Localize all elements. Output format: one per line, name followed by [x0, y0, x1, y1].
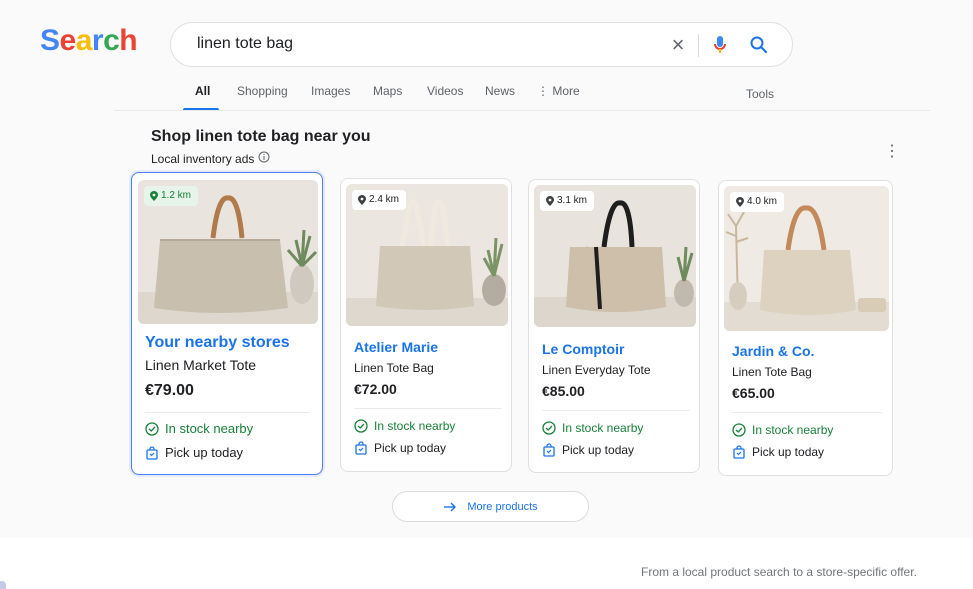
- pickup-status: Pick up today: [732, 445, 824, 459]
- distance-label: 4.0 km: [747, 196, 778, 207]
- tab-videos[interactable]: Videos: [427, 84, 463, 98]
- store-name[interactable]: Your nearby stores: [145, 334, 290, 352]
- stock-status: In stock nearby: [145, 421, 253, 436]
- product-card[interactable]: 2.4 km Atelier Marie Linen Tote Bag €72.…: [340, 178, 512, 472]
- shopping-bag-icon: [733, 445, 745, 459]
- product-card[interactable]: 4.0 km Jardin & Co. Linen Tote Bag €65.0…: [718, 180, 893, 476]
- search-input[interactable]: linen tote bag: [197, 35, 293, 53]
- tab-shopping[interactable]: Shopping: [237, 84, 288, 98]
- location-pin-icon: [546, 196, 554, 206]
- tab-news[interactable]: News: [485, 84, 515, 98]
- product-price: €72.00: [354, 381, 397, 397]
- tab-maps[interactable]: Maps: [373, 84, 402, 98]
- more-options-icon[interactable]: ⋮: [884, 143, 900, 161]
- search-divider: [698, 34, 699, 57]
- product-name: Linen Market Tote: [145, 357, 257, 373]
- tab-all[interactable]: All: [195, 84, 210, 98]
- distance-label: 2.4 km: [369, 194, 400, 205]
- stock-label: In stock nearby: [374, 419, 456, 433]
- logo-letter: e: [59, 24, 77, 57]
- location-pin-icon: [736, 197, 744, 207]
- logo-letter: r: [91, 24, 104, 57]
- more-products-button[interactable]: More products: [392, 491, 589, 522]
- logo-letter: h: [119, 24, 138, 57]
- stock-label: In stock nearby: [562, 421, 644, 435]
- distance-badge: 3.1 km: [540, 191, 595, 211]
- arrow-right-icon: [444, 502, 457, 511]
- figure-caption: From a local product search to a store-s…: [641, 565, 917, 579]
- check-circle-icon: [542, 421, 556, 435]
- tab-more-label: More: [552, 84, 580, 98]
- pickup-status: Pick up today: [145, 445, 243, 460]
- product-image: 3.1 km: [534, 185, 696, 327]
- product-image: 4.0 km: [724, 186, 889, 331]
- more-dots-icon: ⋮: [537, 84, 553, 98]
- stock-status: In stock nearby: [732, 423, 833, 437]
- section-subtitle-label: Local inventory ads: [151, 151, 255, 166]
- tools-button[interactable]: Tools: [746, 87, 774, 101]
- distance-badge: 4.0 km: [730, 192, 785, 212]
- tabs-divider: [114, 110, 930, 111]
- logo-letter: a: [75, 24, 93, 57]
- product-card[interactable]: 1.2 km Your nearby stores Linen Market T…: [131, 172, 323, 475]
- check-circle-icon: [732, 423, 746, 437]
- distance-badge: 1.2 km: [144, 186, 199, 206]
- product-price: €65.00: [732, 385, 775, 401]
- pickup-label: Pick up today: [374, 441, 447, 455]
- card-divider: [145, 412, 309, 413]
- store-name[interactable]: Jardin & Co.: [732, 343, 814, 359]
- microphone-icon[interactable]: [711, 33, 729, 57]
- info-icon[interactable]: [258, 151, 270, 166]
- stock-status: In stock nearby: [354, 419, 455, 433]
- shopping-bag-icon: [355, 441, 367, 455]
- logo-letter: S: [40, 24, 60, 57]
- more-products-label: More products: [467, 500, 538, 513]
- card-divider: [732, 412, 882, 413]
- shopping-bag-icon: [146, 445, 158, 460]
- product-price: €85.00: [542, 383, 585, 399]
- store-name[interactable]: Atelier Marie: [354, 339, 438, 355]
- card-divider: [354, 408, 502, 409]
- distance-label: 1.2 km: [161, 190, 192, 201]
- corner-mark: [0, 581, 6, 589]
- location-pin-icon: [150, 191, 158, 201]
- clear-icon[interactable]: ×: [667, 32, 689, 58]
- pickup-status: Pick up today: [354, 441, 446, 455]
- tab-more[interactable]: ⋮ More: [537, 84, 580, 98]
- store-name[interactable]: Le Comptoir: [542, 341, 624, 357]
- product-card[interactable]: 3.1 km Le Comptoir Linen Everyday Tote €…: [528, 179, 700, 473]
- product-name: Linen Tote Bag: [354, 361, 434, 375]
- location-pin-icon: [358, 195, 366, 205]
- product-image: 1.2 km: [138, 180, 318, 324]
- product-price: €79.00: [145, 382, 194, 399]
- product-name: Linen Everyday Tote: [542, 363, 651, 377]
- pickup-label: Pick up today: [165, 445, 244, 460]
- search-icon[interactable]: [748, 34, 770, 56]
- shopping-bag-icon: [543, 443, 555, 457]
- check-circle-icon: [145, 421, 159, 436]
- pickup-label: Pick up today: [752, 445, 825, 459]
- section-title: Shop linen tote bag near you: [151, 128, 371, 145]
- check-circle-icon: [354, 419, 368, 433]
- stock-label: In stock nearby: [165, 421, 254, 436]
- logo-letter: c: [103, 24, 120, 57]
- distance-badge: 2.4 km: [352, 190, 407, 210]
- search-box[interactable]: linen tote bag ×: [170, 22, 793, 67]
- search-logo[interactable]: Search: [40, 24, 138, 58]
- stock-status: In stock nearby: [542, 421, 643, 435]
- card-divider: [542, 410, 690, 411]
- section-subtitle: Local inventory ads: [151, 151, 270, 166]
- tab-images[interactable]: Images: [311, 84, 350, 98]
- stock-label: In stock nearby: [752, 423, 834, 437]
- product-name: Linen Tote Bag: [732, 365, 812, 379]
- search-results-page: Search linen tote bag × All Shopping Ima…: [0, 0, 973, 538]
- pickup-label: Pick up today: [562, 443, 635, 457]
- product-image: 2.4 km: [346, 184, 508, 326]
- distance-label: 3.1 km: [557, 195, 588, 206]
- pickup-status: Pick up today: [542, 443, 634, 457]
